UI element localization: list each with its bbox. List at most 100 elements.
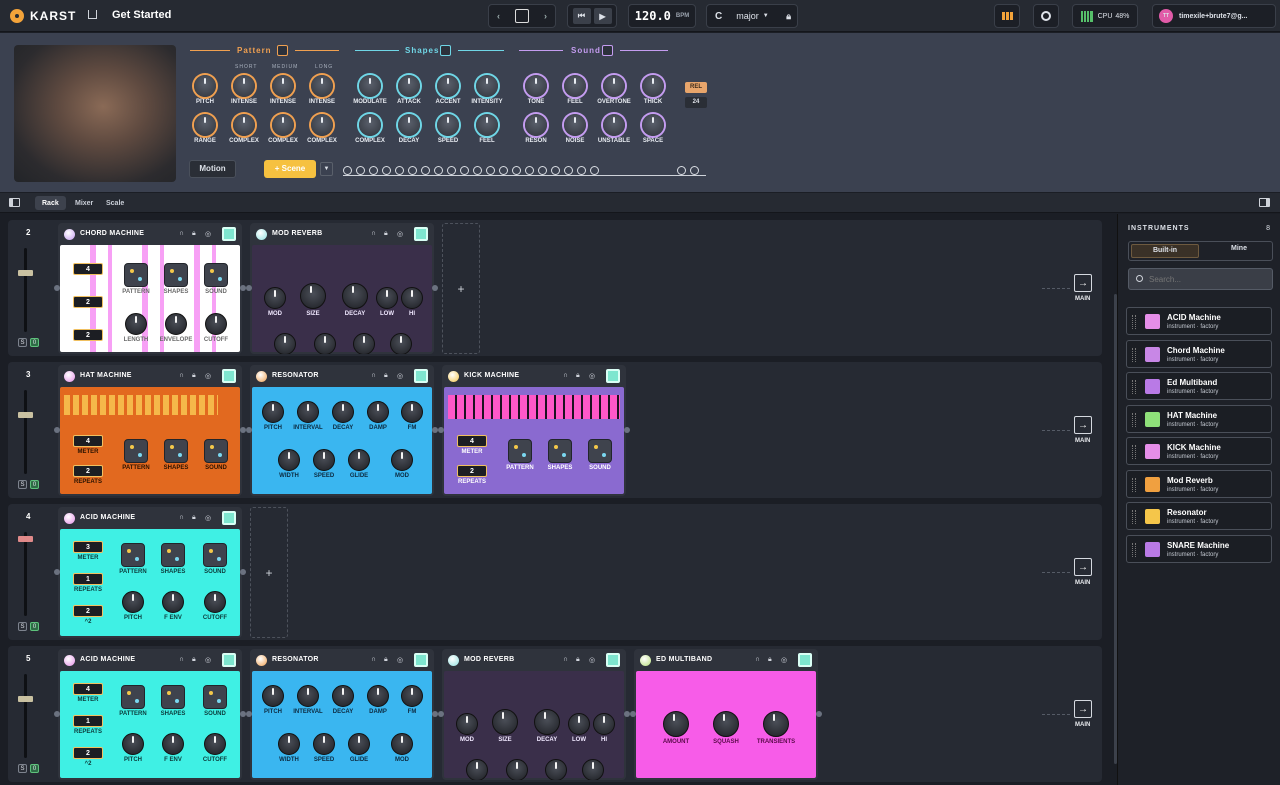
scene-dropdown-button[interactable]: ▼ xyxy=(320,162,333,176)
knob-dial[interactable] xyxy=(332,685,354,707)
chevron-left-icon[interactable]: ‹ xyxy=(497,11,500,21)
chevron-right-icon[interactable]: › xyxy=(544,11,547,21)
knob-dial[interactable] xyxy=(525,114,547,136)
add-device-button[interactable]: + xyxy=(442,223,480,354)
home-icon[interactable] xyxy=(88,10,97,19)
drag-handle-icon[interactable] xyxy=(1132,445,1136,459)
dice-icon[interactable] xyxy=(203,543,227,567)
instrument-item[interactable]: Resonator instrument · factory xyxy=(1126,502,1272,530)
knob-dial[interactable] xyxy=(311,75,333,97)
scene-slot[interactable] xyxy=(551,166,560,175)
grid-menu-button[interactable] xyxy=(994,4,1020,28)
knob-dial[interactable] xyxy=(564,114,586,136)
stepper-value[interactable]: 2 xyxy=(457,465,487,477)
knob-dial[interactable] xyxy=(763,711,789,737)
chord-knob[interactable]: CUTOFF xyxy=(191,313,241,343)
dice-icon[interactable] xyxy=(204,439,228,463)
randomize-dice[interactable]: SOUND xyxy=(575,439,625,471)
knob-dial[interactable] xyxy=(264,287,286,309)
knob-dial[interactable] xyxy=(525,75,547,97)
scene-slot[interactable] xyxy=(343,166,352,175)
drag-handle-icon[interactable] xyxy=(1132,380,1136,394)
input-port[interactable] xyxy=(246,711,252,717)
drag-handle-icon[interactable] xyxy=(1132,347,1136,362)
resonator-knob[interactable]: FM xyxy=(387,401,434,431)
tab-mine[interactable]: Mine xyxy=(1209,245,1269,252)
knob-dial[interactable] xyxy=(603,75,625,97)
number-stepper[interactable]: 4 METER xyxy=(452,435,492,455)
input-port[interactable] xyxy=(54,569,60,575)
output-port[interactable] xyxy=(432,285,438,291)
bpm-display[interactable]: 120.0 BPM xyxy=(628,4,696,28)
knob-dial[interactable] xyxy=(398,114,420,136)
number-stepper[interactable]: 4 xyxy=(68,263,108,275)
dice-icon[interactable] xyxy=(164,263,188,287)
randomize-dice[interactable]: SOUND xyxy=(191,263,241,295)
dice-icon[interactable] xyxy=(164,439,188,463)
dice-icon[interactable] xyxy=(161,543,185,567)
knob-dial[interactable] xyxy=(314,333,336,354)
knob-dial[interactable] xyxy=(297,401,319,423)
fader-handle[interactable] xyxy=(18,412,33,418)
resonator-knob[interactable]: MOD xyxy=(377,733,427,763)
knob-dial[interactable] xyxy=(359,114,381,136)
output-port[interactable] xyxy=(240,569,246,575)
headphones-icon[interactable]: ∩ xyxy=(179,230,184,237)
key-scale-selector[interactable]: C major ▼ 🔒︎ xyxy=(706,4,798,28)
device-enable-toggle[interactable] xyxy=(606,653,620,667)
randomize-dice[interactable]: SOUND xyxy=(190,543,240,575)
stepper-value[interactable]: 4 xyxy=(73,435,103,447)
solo-button[interactable]: S xyxy=(18,622,27,631)
dice-icon[interactable] xyxy=(124,439,148,463)
dice-icon[interactable] xyxy=(121,685,145,709)
scene-slot[interactable] xyxy=(538,166,547,175)
knob-dial[interactable] xyxy=(165,313,187,335)
rel-button[interactable]: REL xyxy=(685,82,707,93)
knob-dial[interactable] xyxy=(476,114,498,136)
knob-dial[interactable] xyxy=(476,75,498,97)
power-icon[interactable]: ◎ xyxy=(205,372,211,380)
knob-dial[interactable] xyxy=(204,591,226,613)
row-volume-fader[interactable] xyxy=(18,674,33,758)
knob-dial[interactable] xyxy=(401,685,423,707)
device-enable-toggle[interactable] xyxy=(606,369,620,383)
acid-knob[interactable]: CUTOFF xyxy=(190,591,240,621)
reverb-knob[interactable]: HI xyxy=(387,287,434,317)
stepper-value[interactable]: 2 xyxy=(73,605,103,617)
headphones-icon[interactable]: ∩ xyxy=(371,656,376,663)
sound-macro-knob[interactable]: SPACE xyxy=(628,114,678,144)
headphones-icon[interactable]: ∩ xyxy=(755,656,760,663)
fader-handle[interactable] xyxy=(18,536,33,542)
instrument-item[interactable]: SNARE Machine instrument · factory xyxy=(1126,534,1272,563)
lock-icon[interactable]: 🔒︎ xyxy=(576,372,580,380)
dice-icon[interactable] xyxy=(515,9,529,23)
scene-slot[interactable] xyxy=(577,166,586,175)
stepper-value[interactable]: 2 xyxy=(73,747,103,759)
acid-knob[interactable]: CUTOFF xyxy=(190,733,240,763)
power-icon[interactable]: ◎ xyxy=(205,230,211,238)
knob-dial[interactable] xyxy=(272,75,294,97)
instrument-item[interactable]: Ed Multiband instrument · factory xyxy=(1126,372,1272,400)
route-main-button[interactable]: → xyxy=(1074,558,1092,576)
dice-icon[interactable] xyxy=(124,263,148,287)
knob-dial[interactable] xyxy=(437,114,459,136)
knob-dial[interactable] xyxy=(391,733,413,755)
tab-scale[interactable]: Scale xyxy=(99,196,131,210)
knob-dial[interactable] xyxy=(713,711,739,737)
instrument-item[interactable]: ACID Machine instrument · factory xyxy=(1126,307,1272,335)
output-port[interactable] xyxy=(816,711,822,717)
input-port[interactable] xyxy=(630,711,636,717)
knob-dial[interactable] xyxy=(506,759,528,780)
pattern-macro-knob[interactable]: COMPLEX xyxy=(297,114,347,144)
scene-slot[interactable] xyxy=(486,166,495,175)
stepper-value[interactable]: 4 xyxy=(73,683,103,695)
stepper-value[interactable]: 4 xyxy=(457,435,487,447)
solo-button[interactable]: S xyxy=(18,338,27,347)
resonator-knob[interactable]: MOD xyxy=(377,449,427,479)
sidebar-toggle-left-icon[interactable] xyxy=(9,198,20,207)
instrument-search[interactable] xyxy=(1128,268,1273,290)
fader-handle[interactable] xyxy=(18,270,33,276)
multiband-knob[interactable]: TRANSIENTS xyxy=(751,711,801,745)
knob-dial[interactable] xyxy=(278,733,300,755)
dice-icon[interactable] xyxy=(161,685,185,709)
